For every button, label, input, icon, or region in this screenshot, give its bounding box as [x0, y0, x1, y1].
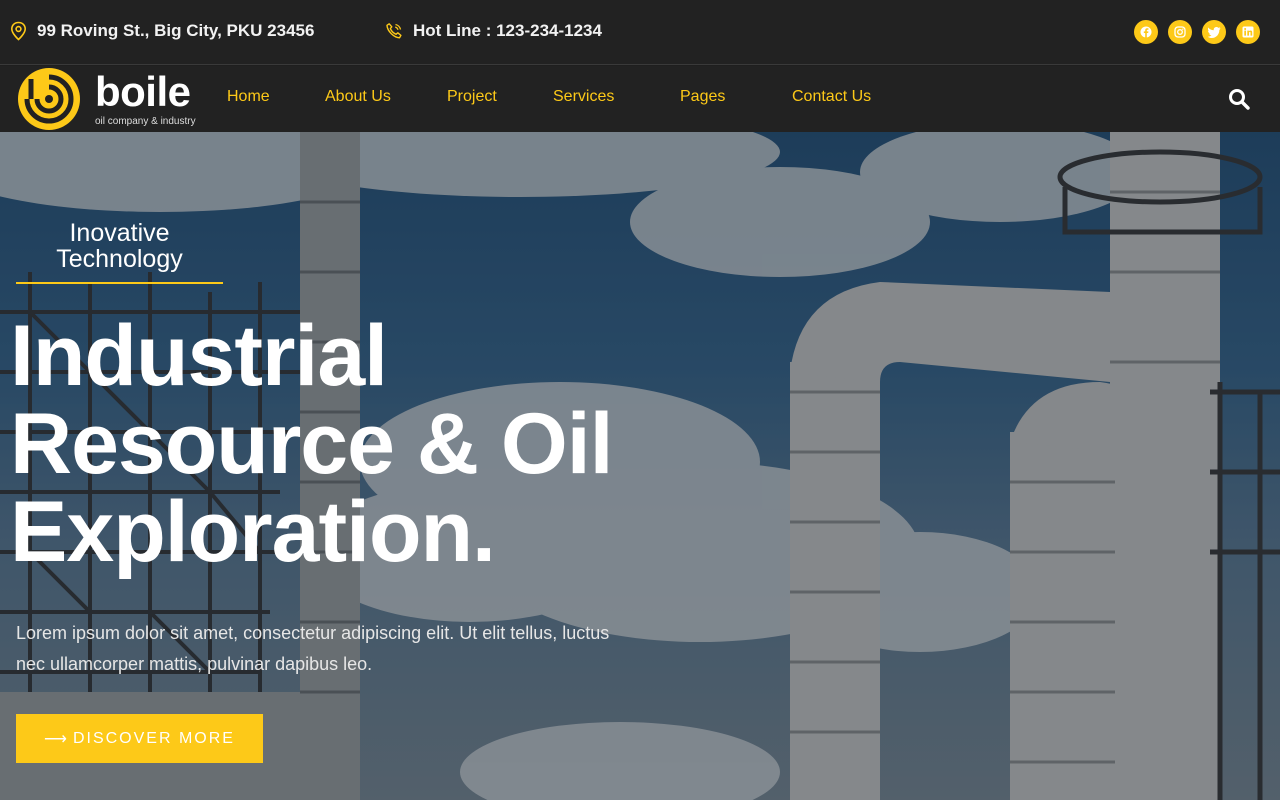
hero-description: Lorem ipsum dolor sit amet, consectetur …	[16, 623, 610, 674]
hero-eyebrow-line2: Technology	[56, 245, 183, 273]
nav-contact-us[interactable]: Contact Us	[792, 88, 871, 106]
nav-services[interactable]: Services	[553, 88, 614, 106]
location-pin-icon	[10, 21, 27, 41]
main-navbar: boile oil company & industry Home About …	[0, 66, 1280, 132]
hero-eyebrow-line1: Inovative	[69, 219, 170, 247]
discover-more-label: DISCOVER MORE	[72, 729, 235, 747]
address-info: 99 Roving St., Big City, PKU 23456	[10, 21, 314, 41]
brand-logo[interactable]: boile oil company & industry	[17, 67, 207, 131]
nav-project[interactable]: Project	[447, 88, 497, 106]
hero-title-line1: Industrial	[10, 308, 388, 404]
hero-title-line2: Resource & Oil	[10, 396, 614, 492]
social-links	[1134, 20, 1260, 44]
top-info-bar: 99 Roving St., Big City, PKU 23456 Hot L…	[0, 0, 1280, 65]
boile-logo-icon	[18, 68, 80, 130]
search-icon	[1229, 89, 1250, 110]
brand-name: boile	[95, 67, 191, 115]
hero-title-line3: Exploration.	[10, 484, 496, 580]
hero-title: Industrial Resource & Oil Exploration.	[10, 312, 710, 576]
arrow-right-icon: ⟶	[44, 730, 67, 748]
hotline-text: Hot Line : 123-234-1234	[413, 21, 602, 40]
discover-more-button[interactable]: ⟶ DISCOVER MORE	[16, 714, 263, 763]
instagram-icon[interactable]	[1168, 20, 1192, 44]
brand-tagline: oil company & industry	[95, 115, 196, 127]
nav-home[interactable]: Home	[227, 88, 270, 106]
nav-about-us[interactable]: About Us	[325, 88, 391, 106]
facebook-icon[interactable]	[1134, 20, 1158, 44]
hotline-info: Hot Line : 123-234-1234	[385, 21, 602, 41]
twitter-icon[interactable]	[1202, 20, 1226, 44]
search-button[interactable]	[1228, 88, 1250, 110]
brand-text: boile oil company & industry	[95, 67, 196, 127]
phone-icon	[386, 23, 402, 39]
linkedin-icon[interactable]	[1236, 20, 1260, 44]
hero-eyebrow: Inovative Technology	[16, 220, 223, 284]
nav-pages[interactable]: Pages	[680, 88, 725, 106]
hero-section: Inovative Technology Industrial Resource…	[0, 132, 1280, 800]
address-text: 99 Roving St., Big City, PKU 23456	[37, 21, 315, 40]
